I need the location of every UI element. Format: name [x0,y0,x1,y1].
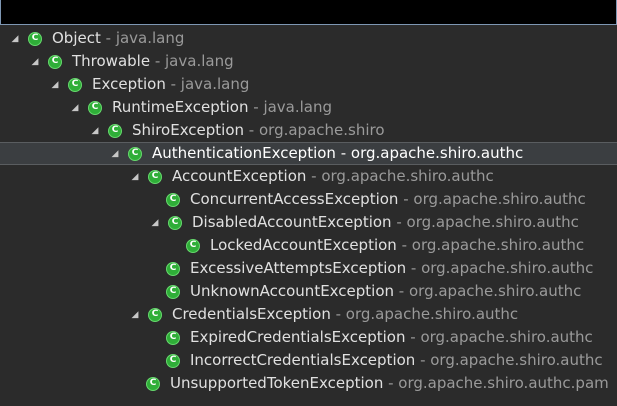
class-c-icon: C [48,54,62,69]
tree-node[interactable]: ◢ C DisabledAccountException - org.apach… [0,211,617,234]
class-c-icon: C [166,353,180,368]
class-name: ShiroException [132,121,245,139]
expanded-arrow-icon[interactable]: ◢ [130,310,140,320]
class-name: ExcessiveAttemptsException [190,259,407,277]
tree-node[interactable]: C ExpiredCredentialsException - org.apac… [0,326,617,349]
class-name: ConcurrentAccessException [190,190,399,208]
tree-node[interactable]: C UnknownAccountException - org.apache.s… [0,280,617,303]
tree-node[interactable]: C ExcessiveAttemptsException - org.apach… [0,257,617,280]
package-name: org.apache.shiro.authc [321,167,494,185]
class-c-icon: C [166,192,180,207]
class-c-icon: C [146,376,160,391]
class-c-icon: C [166,261,180,276]
class-c-icon: C [68,77,82,92]
separator: - [165,75,181,93]
class-name: IncorrectCredentialsException [190,351,416,369]
tree-node[interactable]: ◢ C Throwable - java.lang [0,50,617,73]
class-c-icon: C [186,238,200,253]
package-name: org.apache.shiro.authc [430,351,603,369]
separator: - [396,236,412,254]
tree-node[interactable]: ◢ C CredentialsException - org.apache.sh… [0,303,617,326]
expanded-arrow-icon[interactable]: ◢ [90,126,100,136]
class-name: AccountException [172,167,307,185]
separator: - [391,213,407,231]
tree-node[interactable]: ◢ C ShiroException - org.apache.shiro [0,119,617,142]
expanded-arrow-icon[interactable]: ◢ [70,103,80,113]
class-name: Throwable [72,52,151,70]
class-c-icon: C [28,31,42,46]
class-name: Exception [92,75,166,93]
package-name: org.apache.shiro.authc [421,259,594,277]
package-name: org.apache.shiro.authc [413,190,586,208]
package-name: org.apache.shiro [258,121,385,139]
class-name: RuntimeException [112,98,249,116]
search-input[interactable] [0,0,617,25]
package-name: org.apache.shiro.authc [345,305,519,323]
separator: - [383,374,399,392]
class-name: LockedAccountException [210,236,397,254]
separator: - [335,144,351,162]
expanded-arrow-icon[interactable]: ◢ [110,149,120,159]
tree-node-selected[interactable]: ◢ C AuthenticationException - org.apache… [0,142,617,165]
package-name: org.apache.shiro.authc [406,213,579,231]
class-name: ExpiredCredentialsException [190,328,406,346]
tree-node[interactable]: ◢ C Exception - java.lang [0,73,617,96]
type-hierarchy-view: ◢ C Object - java.lang ◢ C Throwable - j… [0,0,617,406]
package-name: org.apache.shiro.authc [411,236,585,254]
expanded-arrow-icon[interactable]: ◢ [50,80,60,90]
tree-node[interactable]: ◢ C Object - java.lang [0,27,617,50]
separator: - [394,282,409,300]
class-name: DisabledAccountException [192,213,392,231]
package-name: org.apache.shiro.authc [420,328,593,346]
separator: - [330,305,346,323]
class-c-icon: C [168,215,182,230]
separator: - [244,121,259,139]
package-name: org.apache.shiro.authc [350,144,524,162]
tree-node[interactable]: ◢ C RuntimeException - java.lang [0,96,617,119]
class-name: UnsupportedTokenException [170,374,384,392]
tree-node[interactable]: C ConcurrentAccessException - org.apache… [0,188,617,211]
separator: - [150,52,166,70]
separator: - [100,29,116,47]
separator: - [405,328,421,346]
package-name: org.apache.shiro.authc [408,282,582,300]
class-name: Object [52,29,101,47]
hierarchy-tree[interactable]: ◢ C Object - java.lang ◢ C Throwable - j… [0,27,617,406]
separator: - [306,167,322,185]
tree-node[interactable]: C UnsupportedTokenException - org.apache… [0,372,617,395]
package-name: java.lang [165,52,234,70]
separator: - [406,259,422,277]
separator: - [398,190,414,208]
package-name: org.apache.shiro.authc.pam [398,374,609,392]
class-name: AuthenticationException [152,144,336,162]
class-c-icon: C [108,123,122,138]
expanded-arrow-icon[interactable]: ◢ [130,172,140,182]
class-name: CredentialsException [172,305,331,323]
separator: - [415,351,431,369]
class-c-icon: C [88,100,102,115]
tree-node[interactable]: ◢ C AccountException - org.apache.shiro.… [0,165,617,188]
package-name: java.lang [115,29,185,47]
class-c-icon: C [128,146,142,161]
class-c-icon: C [166,330,180,345]
tree-node[interactable]: C LockedAccountException - org.apache.sh… [0,234,617,257]
tree-node[interactable]: C IncorrectCredentialsException - org.ap… [0,349,617,372]
separator: - [248,98,264,116]
class-name: UnknownAccountException [190,282,395,300]
expanded-arrow-icon[interactable]: ◢ [10,34,20,44]
class-c-icon: C [148,307,162,322]
expanded-arrow-icon[interactable]: ◢ [30,57,40,67]
package-name: java.lang [263,98,333,116]
expanded-arrow-icon[interactable]: ◢ [150,218,160,228]
class-c-icon: C [166,284,180,299]
package-name: java.lang [180,75,250,93]
class-c-icon: C [148,169,162,184]
